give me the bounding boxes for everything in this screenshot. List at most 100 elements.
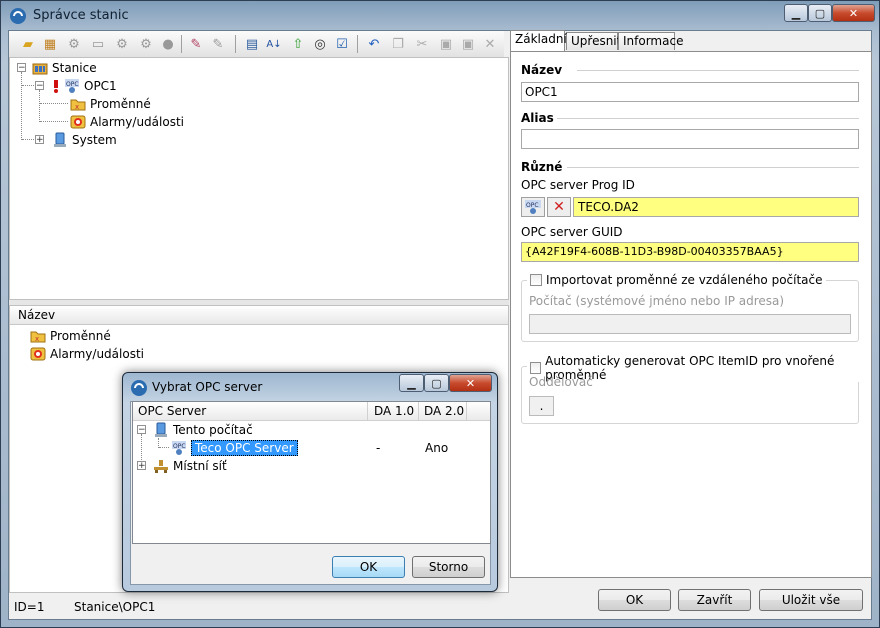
alarm-icon [30, 346, 46, 362]
status-bar: ID=1 Stanice\OPC1 [9, 596, 509, 616]
opc-server-list: OPC Server DA 1.0 DA 2.0 − Tento počítač… [132, 401, 491, 544]
station-icon [32, 60, 48, 76]
device-icon[interactable]: ▭ [89, 35, 107, 53]
tab-advanced[interactable]: Upřesnit [566, 32, 621, 50]
col-opc-server[interactable]: OPC Server [138, 404, 206, 418]
section-misc: Různé [521, 160, 563, 174]
collapse-opc1[interactable]: − [35, 81, 44, 91]
delete-icon[interactable]: ✕ [481, 35, 499, 53]
collapse-this-computer[interactable]: − [137, 425, 146, 435]
clear-progid-button[interactable]: ✕ [547, 197, 571, 217]
computer-label: Počítač (systémové jméno nebo IP adresa) [529, 294, 785, 308]
close-dialog-button[interactable]: Zavřít [678, 589, 751, 611]
maximize-button[interactable]: ▢ [808, 4, 832, 22]
svg-text:OPC: OPC [526, 202, 539, 209]
dialog-minimize-button[interactable]: ▁ [399, 374, 424, 392]
dialog-title: Vybrat OPC server [152, 380, 263, 394]
delete-icon: ✕ [553, 199, 565, 215]
minimize-button[interactable]: ▁ [784, 4, 808, 22]
tab-basic[interactable]: Základní [510, 30, 567, 51]
opc-server-icon: OPC [171, 440, 187, 456]
expand-stanice[interactable]: − [17, 63, 26, 73]
tree-item-opc1[interactable]: OPC OPC1 [52, 77, 117, 95]
undo-icon[interactable]: ↶ [365, 35, 383, 53]
auto-itemid-checkbox[interactable] [530, 362, 542, 374]
tree-item-network[interactable]: Místní síť [153, 457, 227, 475]
tree-item-system[interactable]: System [52, 131, 117, 149]
computer-field [529, 314, 851, 334]
tree-label-stanice: Stanice [52, 61, 97, 75]
opc-server-row[interactable]: OPC Teco OPC Server [171, 439, 298, 457]
dialog-close-button[interactable]: ✕ [449, 374, 492, 392]
tree-item-variables[interactable]: x Proměnné [70, 95, 151, 113]
title-bar[interactable]: Správce stanic ▁ ▢ ✕ [1, 1, 880, 31]
computer-icon [153, 422, 169, 438]
paste-special-icon[interactable]: ▣ [459, 35, 477, 53]
link-icon[interactable]: ⚙ [113, 35, 131, 53]
tree-item-alarms[interactable]: Alarmy/události [70, 113, 184, 131]
status-id: ID=1 [14, 600, 45, 614]
sort-az-icon[interactable]: A↓ [265, 35, 283, 53]
list-column-header[interactable]: Název [10, 306, 508, 325]
tree-item-this-computer[interactable]: Tento počítač [153, 421, 253, 439]
guid-field[interactable]: {A42F19F4-608B-11D3-B98D-00403357BAA5} [521, 242, 859, 262]
progid-label: OPC server Prog ID [521, 178, 635, 192]
ok-button[interactable]: OK [598, 589, 671, 611]
svg-text:x: x [35, 335, 39, 343]
col-da1[interactable]: DA 1.0 [374, 404, 414, 418]
table-icon[interactable]: ▤ [243, 35, 261, 53]
wizard-icon[interactable]: ✎ [209, 35, 227, 53]
expand-network[interactable]: + [137, 461, 146, 471]
name-field[interactable]: OPC1 [521, 82, 859, 102]
opc-server-name: Teco OPC Server [191, 440, 298, 456]
tree-label-opc1: OPC1 [84, 79, 117, 93]
svg-text:OPC: OPC [173, 443, 186, 450]
copy-icon[interactable]: ❐ [389, 35, 407, 53]
network-icon [153, 458, 169, 474]
svg-text:OPC: OPC [66, 81, 79, 88]
opc-server-icon: OPC [525, 200, 541, 214]
cut-icon[interactable]: ✂ [413, 35, 431, 53]
window-title: Správce stanic [33, 8, 129, 23]
alarm-icon [70, 114, 86, 130]
up-arrow-icon[interactable]: ⇧ [289, 35, 307, 53]
tree-label-variables: Proměnné [90, 97, 151, 111]
list-item[interactable]: Alarmy/události [30, 345, 144, 363]
toolbar: ▰ ▦ ⚙ ▭ ⚙ ⚙ ● ✎ ✎ ▤ A↓ ⇧ ◎ ☑ ↶ ❐ ✂ ▣ ▣ ✕ [9, 31, 504, 58]
progid-field[interactable]: TECO.DA2 [573, 197, 859, 217]
station-icon[interactable]: ▦ [41, 35, 59, 53]
dialog-maximize-button[interactable]: ▢ [424, 374, 449, 392]
paste-icon[interactable]: ▣ [437, 35, 455, 53]
col-da2[interactable]: DA 2.0 [424, 404, 464, 418]
section-alias: Alias [521, 111, 554, 125]
app-icon [9, 7, 27, 25]
settings-icon[interactable]: ⚙ [137, 35, 155, 53]
section-name: Název [521, 63, 563, 77]
refresh-icon[interactable]: ● [159, 35, 177, 53]
auto-itemid-label: Automaticky generovat OPC ItemID pro vno… [545, 354, 835, 382]
binoculars-icon[interactable]: ◎ [311, 35, 329, 53]
open-folder-icon[interactable]: ▰ [19, 35, 37, 53]
list-item-label: Alarmy/události [50, 347, 144, 361]
list-item[interactable]: x Proměnné [30, 327, 111, 345]
status-path: Stanice\OPC1 [74, 600, 156, 614]
dialog-ok-button[interactable]: OK [332, 556, 405, 578]
close-button[interactable]: ✕ [832, 4, 875, 22]
import-checkbox[interactable] [530, 274, 542, 286]
tab-info[interactable]: Informace [618, 32, 683, 50]
guid-label: OPC server GUID [521, 225, 623, 239]
tools-icon[interactable]: ✎ [187, 35, 205, 53]
svg-text:x: x [75, 103, 79, 111]
expand-system[interactable]: + [35, 135, 44, 145]
computer-icon [52, 132, 68, 148]
tree-label-system: System [72, 133, 117, 147]
alias-field[interactable] [521, 129, 859, 149]
dialog-cancel-button[interactable]: Storno [412, 556, 485, 578]
tree-item-stanice[interactable]: Stanice [32, 59, 97, 77]
save-all-button[interactable]: Uložit vše [759, 589, 863, 611]
checkbox-icon[interactable]: ☑ [333, 35, 351, 53]
connection-icon[interactable]: ⚙ [65, 35, 83, 53]
list-header-name: Název [18, 308, 56, 322]
opc-list-header: OPC Server DA 1.0 DA 2.0 [133, 402, 490, 421]
browse-opc-button[interactable]: OPC [521, 197, 545, 217]
